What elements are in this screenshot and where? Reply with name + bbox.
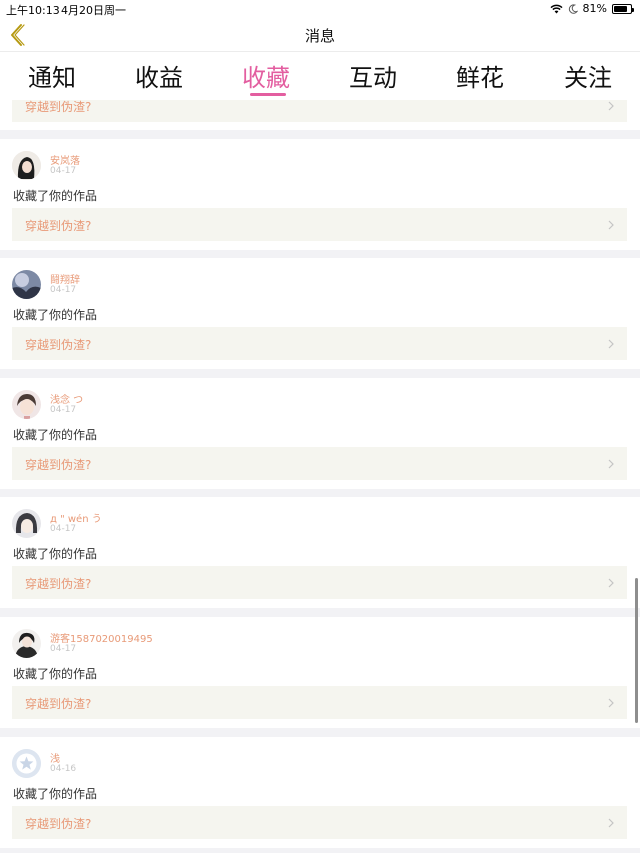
post-date: 04-17 <box>50 285 77 295</box>
active-tab-indicator <box>250 93 286 96</box>
post-date: 04-17 <box>50 524 77 534</box>
post-date: 04-17 <box>50 166 77 176</box>
work-title: 穿越到伪渣? <box>25 458 92 472</box>
work-title: 穿越到伪渣? <box>25 338 92 352</box>
wifi-icon <box>550 4 563 13</box>
avatar[interactable] <box>12 749 41 778</box>
avatar-image <box>12 390 41 419</box>
work-link[interactable]: 穿越到伪渣? <box>12 327 627 360</box>
list-item: д " wén う 04-17 收藏了你的作品 穿越到伪渣? <box>0 497 640 608</box>
tab-flowers[interactable]: 鲜花 <box>435 58 525 93</box>
avatar[interactable] <box>12 270 41 299</box>
work-title: 穿越到伪渣? <box>25 697 92 711</box>
work-link[interactable]: 穿越到伪渣? <box>12 447 627 480</box>
chevron-right-icon <box>608 578 614 588</box>
status-indicators: 81% <box>550 2 634 15</box>
tab-bar: 通知 收益 收藏 互动 鲜花 关注 <box>0 52 640 100</box>
list-item: 穿越到伪渣? <box>0 100 640 130</box>
tab-interactions[interactable]: 互动 <box>328 58 418 93</box>
action-text: 收藏了你的作品 <box>13 547 98 561</box>
chevron-right-icon <box>608 101 614 111</box>
nav-bar: 消息 <box>0 18 640 52</box>
scroll-indicator[interactable] <box>635 578 638 723</box>
action-text: 收藏了你的作品 <box>13 189 98 203</box>
work-link[interactable]: 穿越到伪渣? <box>12 566 627 599</box>
tab-follows[interactable]: 关注 <box>543 58 633 93</box>
chevron-right-icon <box>608 339 614 349</box>
work-title: 穿越到伪渣? <box>25 219 92 233</box>
work-link[interactable]: 穿越到伪渣? <box>12 100 627 122</box>
work-link[interactable]: 穿越到伪渣? <box>12 686 627 719</box>
avatar-image <box>12 270 41 299</box>
status-date: 4月20日周一 <box>61 4 126 17</box>
default-avatar-star-icon <box>12 749 41 778</box>
chevron-right-icon <box>608 220 614 230</box>
avatar[interactable] <box>12 151 41 180</box>
status-time: 上午10:13 <box>6 4 60 17</box>
message-list[interactable]: 穿越到伪渣? 安岚落 04-17 收藏了你的作品 穿越到伪渣? 鬪翔辞 04-1… <box>0 100 640 853</box>
action-text: 收藏了你的作品 <box>13 308 98 322</box>
user-name[interactable]: 浅念 つ <box>50 391 83 406</box>
user-name[interactable]: 浅 <box>50 750 60 765</box>
user-name[interactable]: д " wén う <box>50 510 102 525</box>
avatar-image <box>12 629 41 658</box>
tab-notifications[interactable]: 通知 <box>7 58 97 93</box>
user-name[interactable]: 鬪翔辞 <box>50 271 80 286</box>
action-text: 收藏了你的作品 <box>13 787 98 801</box>
list-item: 浅 04-16 收藏了你的作品 穿越到伪渣? <box>0 737 640 848</box>
action-text: 收藏了你的作品 <box>13 667 98 681</box>
avatar-image <box>12 151 41 180</box>
battery-percent: 81% <box>582 2 607 15</box>
list-item: 浅念 つ 04-17 收藏了你的作品 穿越到伪渣? <box>0 378 640 489</box>
avatar-image <box>12 509 41 538</box>
list-item: 鬪翔辞 04-17 收藏了你的作品 穿越到伪渣? <box>0 258 640 369</box>
page-title: 消息 <box>304 27 335 45</box>
battery-icon <box>612 3 634 14</box>
post-date: 04-17 <box>50 405 77 415</box>
user-name[interactable]: 游客1587020019495 <box>50 630 153 645</box>
chevron-right-icon <box>608 698 614 708</box>
status-bar: 上午10:13 4月20日周一 81% <box>0 0 640 18</box>
avatar[interactable] <box>12 509 41 538</box>
tab-favorites[interactable]: 收藏 <box>221 58 311 93</box>
action-text: 收藏了你的作品 <box>13 428 98 442</box>
work-link[interactable]: 穿越到伪渣? <box>12 806 627 839</box>
work-title: 穿越到伪渣? <box>25 817 92 831</box>
list-item: 安岚落 04-17 收藏了你的作品 穿越到伪渣? <box>0 139 640 250</box>
work-link[interactable]: 穿越到伪渣? <box>12 208 627 241</box>
user-name[interactable]: 安岚落 <box>50 152 80 167</box>
work-title: 穿越到伪渣? <box>25 100 92 114</box>
post-date: 04-17 <box>50 644 77 654</box>
work-title: 穿越到伪渣? <box>25 577 92 591</box>
list-item: 游客1587020019495 04-17 收藏了你的作品 穿越到伪渣? <box>0 617 640 728</box>
chevron-right-icon <box>608 818 614 828</box>
tab-earnings[interactable]: 收益 <box>114 58 204 93</box>
avatar[interactable] <box>12 390 41 419</box>
battery-fill <box>614 5 627 12</box>
avatar[interactable] <box>12 629 41 658</box>
moon-icon <box>568 3 578 14</box>
chevron-right-icon <box>608 459 614 469</box>
post-date: 04-16 <box>50 764 77 774</box>
